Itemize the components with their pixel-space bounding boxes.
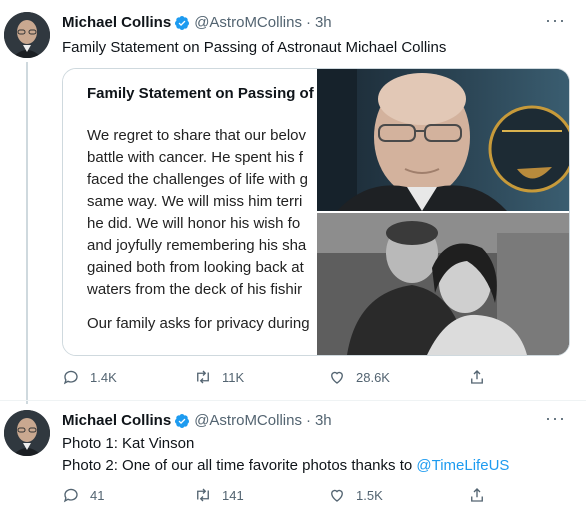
retweet-count: 11K (222, 369, 245, 385)
statement-line: same way. We will miss him terri (87, 193, 303, 210)
retweet-icon (197, 488, 209, 502)
statement-line: We regret to share that our belov (87, 127, 307, 144)
share-icon (471, 488, 483, 502)
media-photo-couple[interactable] (317, 213, 569, 355)
retweet-icon (197, 370, 209, 384)
timestamp[interactable]: 3h (315, 14, 332, 31)
media-photo-portrait[interactable] (317, 69, 569, 211)
statement-line: battle with cancer. He spent his f (87, 149, 303, 166)
separator-dot: · (305, 412, 311, 429)
retweet-count: 141 (222, 487, 244, 503)
media-statement-image[interactable]: Family Statement on Passing of A We regr… (63, 69, 315, 355)
statement-closing: Our family asks for privacy during (87, 315, 310, 332)
author-handle[interactable]: @AstroMCollins (194, 14, 302, 31)
avatar[interactable] (4, 12, 50, 58)
retweet-button[interactable]: 141 (194, 486, 244, 504)
tweet-text: Family Statement on Passing of Astronaut… (62, 39, 447, 56)
separator-dot: · (305, 14, 311, 31)
statement-line: he did. We will honor his wish fo (87, 215, 301, 232)
avatar[interactable] (4, 410, 50, 456)
tweet-media-grid[interactable]: Family Statement on Passing of A We regr… (62, 68, 570, 356)
heart-icon (331, 371, 343, 384)
reply-button[interactable]: 41 (62, 486, 104, 504)
tweet-header: Michael Collins @AstroMCollins · 3h (62, 412, 332, 429)
tweet-text-line: Photo 2: One of our all time favorite ph… (62, 456, 509, 476)
author-name[interactable]: Michael Collins (62, 412, 171, 429)
heart-icon (331, 489, 343, 502)
tweet-actions: 41 141 1.5K (62, 486, 522, 506)
share-button[interactable] (468, 486, 496, 504)
tweet-actions: 1.4K 11K 28.6K (62, 368, 522, 388)
thread-line (26, 62, 28, 404)
reply-button[interactable]: 1.4K (62, 368, 117, 386)
like-button[interactable]: 28.6K (328, 368, 390, 386)
tweet-2[interactable]: Michael Collins @AstroMCollins · 3h ··· … (0, 400, 586, 522)
tweet-1[interactable]: Michael Collins @AstroMCollins · 3h ··· … (0, 0, 586, 404)
statement-line: gained both from looking back at (87, 259, 304, 276)
more-options-icon[interactable]: ··· (545, 408, 566, 429)
verified-badge-icon (175, 413, 190, 428)
statement-line: and joyfully remembering his sha (87, 237, 307, 254)
reply-icon (63, 370, 78, 385)
like-button[interactable]: 1.5K (328, 486, 383, 504)
like-count: 28.6K (356, 369, 390, 385)
more-options-icon[interactable]: ··· (545, 10, 566, 31)
retweet-button[interactable]: 11K (194, 368, 244, 386)
reply-icon (63, 488, 78, 503)
share-icon (471, 370, 483, 384)
tweet-text-segment: Photo 2: One of our all time favorite ph… (62, 457, 417, 474)
statement-line: faced the challenges of life with g (87, 171, 308, 188)
author-handle[interactable]: @AstroMCollins (194, 412, 302, 429)
mention-link[interactable]: @TimeLifeUS (416, 457, 509, 474)
reply-count: 1.4K (90, 369, 117, 385)
tweet-text-line: Photo 1: Kat Vinson (62, 435, 195, 452)
statement-line: waters from the deck of his fishir (87, 281, 303, 298)
timestamp[interactable]: 3h (315, 412, 332, 429)
author-name[interactable]: Michael Collins (62, 14, 171, 31)
tweet-header: Michael Collins @AstroMCollins · 3h (62, 14, 332, 31)
statement-title: Family Statement on Passing of A (87, 85, 315, 102)
verified-badge-icon (175, 15, 190, 30)
share-button[interactable] (468, 368, 496, 386)
like-count: 1.5K (356, 487, 383, 503)
reply-count: 41 (90, 487, 105, 503)
